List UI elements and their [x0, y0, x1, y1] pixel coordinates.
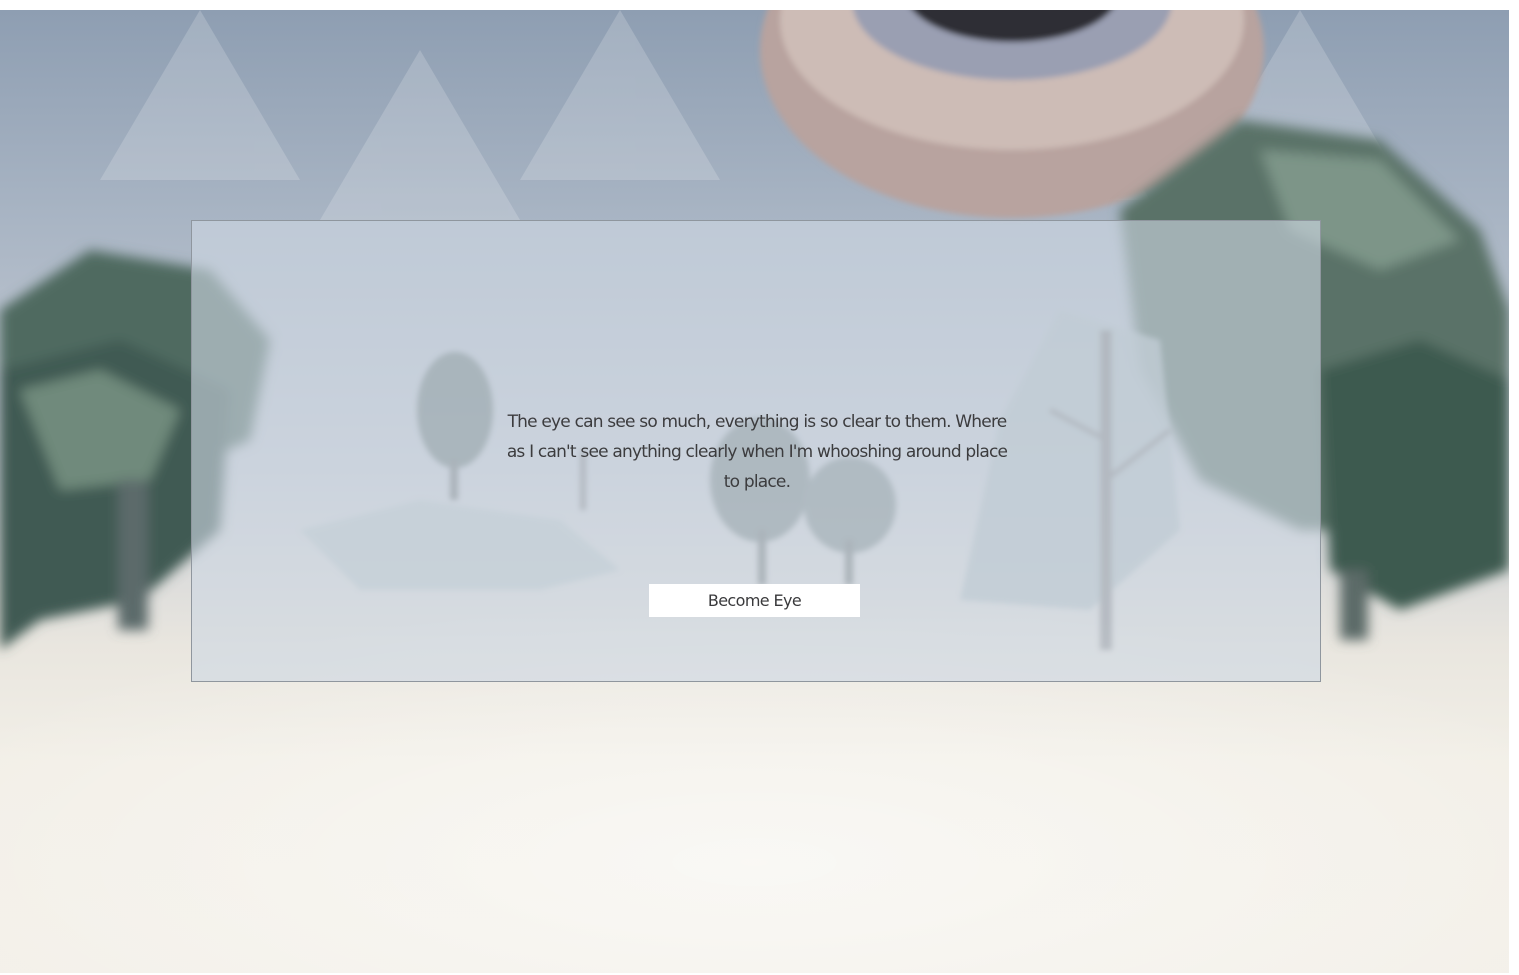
dialog-message: The eye can see so much, everything is s… [506, 412, 1008, 492]
dialog-panel: The eye can see so much, everything is s… [191, 220, 1321, 682]
game-viewport[interactable]: The eye can see so much, everything is s… [0, 10, 1509, 973]
become-eye-button[interactable]: Become Eye [649, 584, 860, 617]
